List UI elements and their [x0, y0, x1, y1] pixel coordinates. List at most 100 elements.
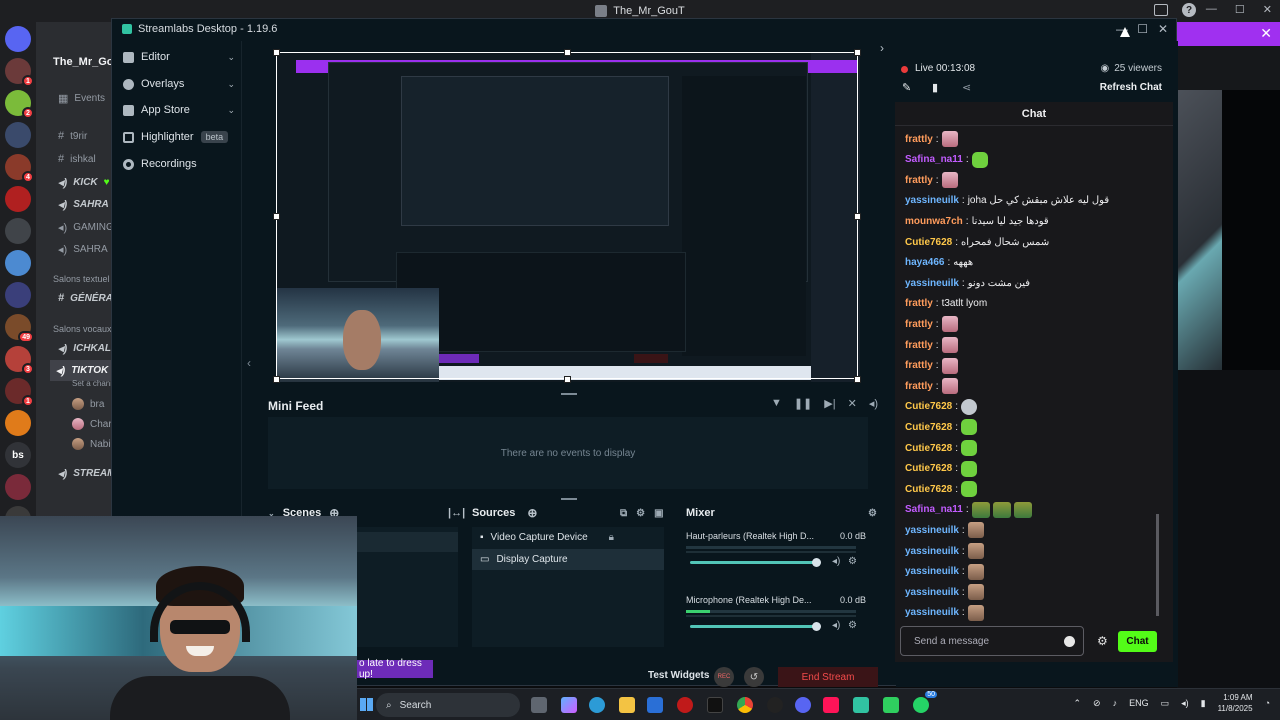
- edit-stream-info-icon[interactable]: ✎: [902, 81, 911, 94]
- voice-user[interactable]: Nabi: [72, 438, 111, 450]
- language-indicator[interactable]: ENG: [1129, 698, 1149, 708]
- channel-kick[interactable]: ◂) KICK ♥: [58, 176, 110, 189]
- server-icon[interactable]: [5, 282, 31, 308]
- nav-highlighter[interactable]: Highlighter beta: [123, 131, 235, 143]
- panel-resize-handle[interactable]: [561, 498, 577, 500]
- resize-handle[interactable]: [854, 376, 861, 383]
- chat-username[interactable]: yassineuilk: [905, 195, 959, 206]
- copilot-icon[interactable]: [561, 697, 577, 713]
- chat-username[interactable]: Safina_na11: [905, 154, 963, 165]
- scene-transitions-icon[interactable]: |↔|: [448, 503, 465, 523]
- volume-slider-handle[interactable]: [812, 558, 821, 567]
- display-icon[interactable]: ▭: [1161, 698, 1170, 709]
- minimize-icon[interactable]: —: [1206, 3, 1217, 16]
- chat-input-box[interactable]: [900, 626, 1084, 656]
- taskbar-search[interactable]: ⌕ Search: [376, 693, 520, 717]
- chat-settings-icon[interactable]: ⚙: [1097, 634, 1108, 648]
- share-icon[interactable]: ⋖: [962, 81, 971, 94]
- server-icon[interactable]: 1: [5, 58, 34, 87]
- chat-username[interactable]: Safina_na11: [905, 504, 963, 515]
- mixer-settings-icon[interactable]: ⚙: [868, 503, 877, 523]
- inbox-icon[interactable]: [1154, 4, 1168, 16]
- discord-home-icon[interactable]: [5, 26, 31, 52]
- channel-tiktok[interactable]: ◂) TIKTOK: [50, 360, 112, 381]
- volume-slider[interactable]: [690, 561, 814, 564]
- speaker-icon[interactable]: ◂): [1181, 698, 1189, 709]
- chat-message-input[interactable]: [901, 627, 1061, 655]
- chat-username[interactable]: yassineuilk: [905, 607, 959, 618]
- chat-username[interactable]: Cutie7628: [905, 463, 952, 474]
- mute-icon[interactable]: ◂): [832, 556, 840, 567]
- network-icon[interactable]: ⊘: [1093, 698, 1101, 709]
- volume-slider[interactable]: [690, 625, 814, 628]
- dashboard-icon[interactable]: ▮: [932, 81, 938, 94]
- capcut-icon[interactable]: [823, 697, 839, 713]
- tiktok-icon[interactable]: [707, 697, 723, 713]
- server-icon[interactable]: 1: [5, 378, 34, 407]
- end-stream-button[interactable]: End Stream: [778, 667, 878, 687]
- chat-username[interactable]: haya466: [905, 257, 944, 268]
- battery-icon[interactable]: ▮: [1201, 698, 1206, 709]
- chat-username[interactable]: frattly: [905, 134, 933, 145]
- task-view-icon[interactable]: [531, 697, 547, 713]
- voice-user[interactable]: Char: [72, 418, 112, 430]
- resize-handle[interactable]: [854, 49, 861, 56]
- server-name[interactable]: The_Mr_GouT: [53, 56, 112, 68]
- chat-username[interactable]: frattly: [905, 360, 933, 371]
- mute-icon[interactable]: ◂): [832, 620, 840, 631]
- volume-slider-handle[interactable]: [812, 622, 821, 631]
- chat-username[interactable]: Cutie7628: [905, 443, 952, 454]
- chat-username[interactable]: frattly: [905, 319, 933, 330]
- nav-recordings[interactable]: Recordings: [123, 158, 235, 170]
- server-icon[interactable]: 49: [5, 314, 34, 343]
- file-explorer-icon[interactable]: [619, 697, 635, 713]
- chat-username[interactable]: frattly: [905, 298, 933, 309]
- folder-icon[interactable]: ▣: [654, 508, 663, 519]
- chat-username[interactable]: frattly: [905, 175, 933, 186]
- category-voice[interactable]: Salons vocaux: [53, 324, 112, 334]
- app-icon[interactable]: [767, 697, 783, 713]
- record-button[interactable]: REC: [714, 667, 734, 687]
- server-icon[interactable]: [5, 122, 31, 148]
- help-icon[interactable]: ?: [1182, 3, 1196, 17]
- source-selection-box[interactable]: [276, 52, 858, 379]
- chat-username[interactable]: frattly: [905, 340, 933, 351]
- channel-events[interactable]: ▦ Events: [58, 92, 105, 105]
- microphone-icon[interactable]: ♪: [1113, 698, 1118, 708]
- windows-start-icon[interactable]: [360, 698, 373, 711]
- server-icon[interactable]: 3: [5, 346, 34, 375]
- chat-send-button[interactable]: Chat: [1118, 631, 1157, 652]
- server-icon[interactable]: 4: [5, 154, 34, 183]
- chevron-up-icon[interactable]: ⌃: [1073, 698, 1081, 709]
- store-icon[interactable]: [647, 697, 663, 713]
- test-widgets-button[interactable]: Test Widgets: [648, 670, 709, 681]
- taskbar-clock[interactable]: 1:09 AM 11/8/2025: [1218, 692, 1253, 714]
- streamlabs-icon[interactable]: [853, 697, 869, 713]
- emoji-icon[interactable]: [1064, 636, 1075, 647]
- channel-sahra-voice[interactable]: ◂) SAHRA: [58, 243, 108, 256]
- server-icon[interactable]: [5, 186, 31, 212]
- resize-handle[interactable]: [564, 49, 571, 56]
- maximize-icon[interactable]: ☐: [1137, 22, 1148, 36]
- audio-settings-icon[interactable]: ⚙: [848, 556, 857, 567]
- discord-icon[interactable]: [795, 697, 811, 713]
- skip-icon[interactable]: ▶|: [824, 397, 835, 410]
- nav-app-store[interactable]: App Store ⌄: [123, 104, 235, 116]
- channel-sahra[interactable]: ◂) SAHRA: [58, 198, 109, 211]
- app-icon[interactable]: [677, 697, 693, 713]
- maximize-icon[interactable]: ☐: [1235, 3, 1245, 16]
- chat-username[interactable]: Cutie7628: [905, 401, 952, 412]
- server-icon[interactable]: [5, 474, 31, 500]
- close-icon[interactable]: ✕: [1260, 25, 1272, 42]
- nav-overlays[interactable]: Overlays ⌄: [123, 78, 235, 90]
- chat-username[interactable]: frattly: [905, 381, 933, 392]
- nav-editor[interactable]: Editor ⌄: [123, 51, 235, 63]
- collapse-sidebar-icon[interactable]: ‹: [247, 356, 251, 370]
- filter-icon[interactable]: ▼: [771, 397, 782, 410]
- chat-username[interactable]: Cutie7628: [905, 422, 952, 433]
- mute-alerts-icon[interactable]: ✕: [848, 397, 857, 410]
- pause-icon[interactable]: ❚❚: [794, 397, 812, 410]
- resize-handle[interactable]: [273, 49, 280, 56]
- chat-username[interactable]: Cutie7628: [905, 237, 952, 248]
- chat-username[interactable]: yassineuilk: [905, 525, 959, 536]
